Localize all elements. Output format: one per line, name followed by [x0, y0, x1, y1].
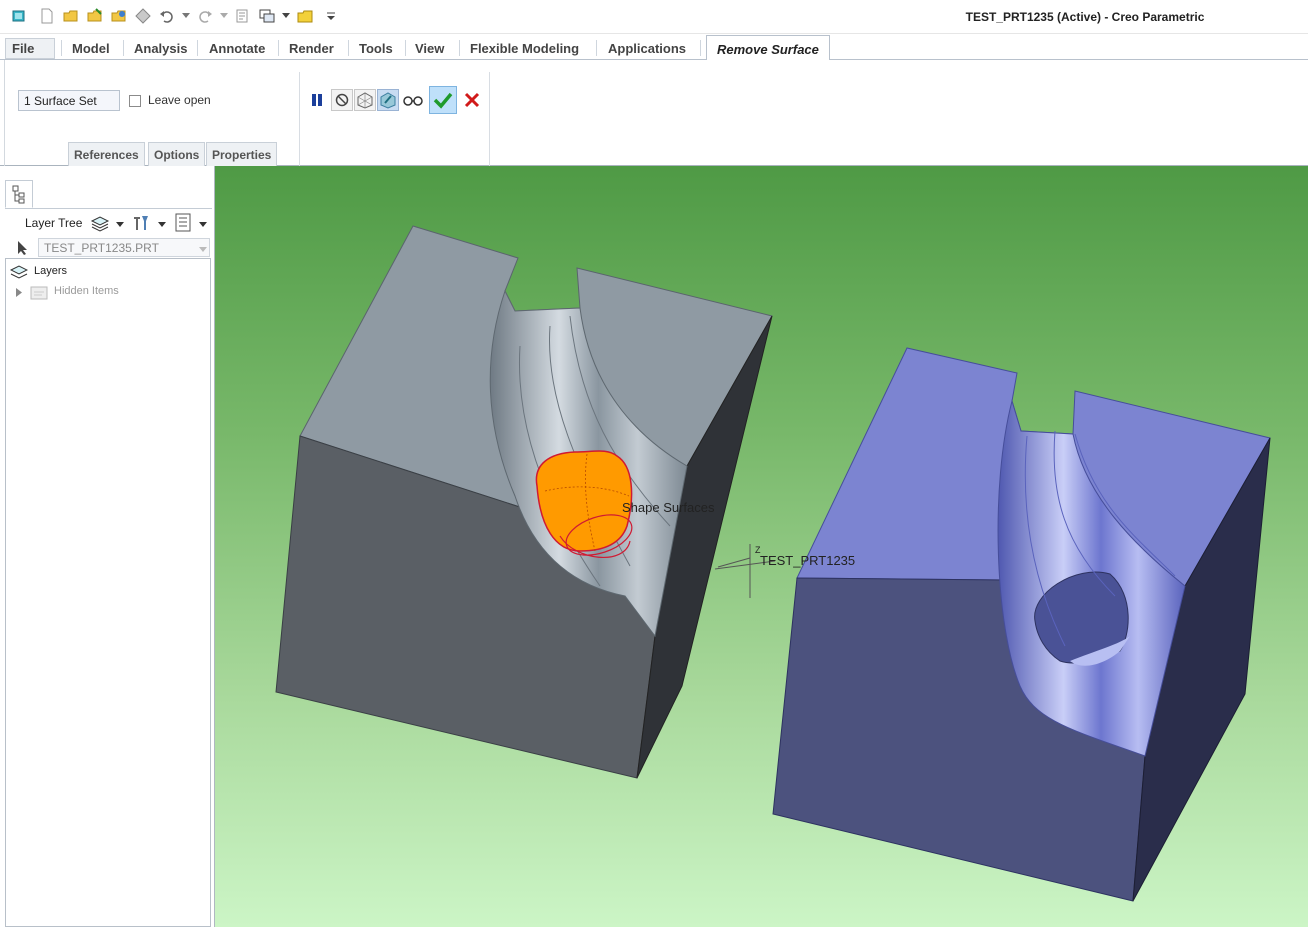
tab-model[interactable]: Model	[64, 39, 118, 60]
model-select-dropdown-icon[interactable]	[199, 245, 207, 253]
verify-icon[interactable]	[377, 89, 399, 111]
tab-file-label: File	[12, 41, 35, 56]
regenerate-model-icon[interactable]	[233, 7, 251, 25]
model-tree-icon	[12, 185, 25, 204]
open-icon[interactable]	[62, 7, 80, 25]
show-list-icon[interactable]	[174, 213, 192, 233]
tab-flexible-modeling[interactable]: Flexible Modeling	[462, 39, 587, 60]
remove-surface-dashboard: 1 Surface Set Leave open References Opti…	[0, 60, 1308, 166]
tree-item-label: Layers	[34, 265, 68, 277]
glasses-icon[interactable]	[402, 89, 424, 111]
save-icon[interactable]	[86, 7, 104, 25]
tab-remove-surface[interactable]: Remove Surface	[706, 35, 830, 61]
tab-options[interactable]: Options	[148, 142, 206, 166]
navigator-panel: Layer Tree TEST_PRT1235.PRT Layers Hidde…	[0, 166, 215, 927]
close-window-icon[interactable]	[296, 7, 314, 25]
customize-icon[interactable]	[322, 7, 340, 25]
windows-icon[interactable]	[258, 7, 276, 25]
settings-dropdown-icon[interactable]	[158, 220, 166, 228]
tree-item-label: Hidden Items	[54, 285, 119, 297]
print-icon[interactable]	[134, 7, 152, 25]
leave-open-label: Leave open	[148, 93, 211, 107]
tab-file[interactable]: File	[5, 38, 55, 67]
undo-icon[interactable]	[158, 7, 176, 25]
windows-dropdown-icon[interactable]	[282, 11, 290, 19]
apply-check-icon[interactable]	[429, 86, 457, 114]
tree-item-hidden-items[interactable]: Hidden Items	[6, 283, 210, 301]
tab-annotate[interactable]: Annotate	[201, 39, 273, 60]
expand-arrow-icon[interactable]	[15, 288, 23, 297]
active-model-select[interactable]: TEST_PRT1235.PRT	[38, 238, 210, 257]
redo-icon[interactable]	[196, 7, 214, 25]
no-preview-icon[interactable]	[331, 89, 353, 111]
surface-set-collector[interactable]: 1 Surface Set	[18, 90, 120, 111]
layers-icon	[10, 265, 28, 279]
cancel-x-icon[interactable]	[461, 89, 483, 111]
settings-tools-icon[interactable]	[131, 213, 151, 233]
ribbon-tabs: File Model Analysis Annotate Render Tool…	[0, 34, 1308, 67]
new-icon[interactable]	[38, 7, 56, 25]
csys-label: TEST_PRT1235	[760, 553, 856, 568]
layer-tree-label: Layer Tree	[25, 216, 83, 230]
right-block[interactable]	[772, 347, 1271, 902]
regenerate-icon[interactable]	[10, 7, 28, 25]
tree-header: Layer Tree	[5, 208, 212, 238]
preview-geometry-icon[interactable]	[354, 89, 376, 111]
save-as-icon[interactable]	[110, 7, 128, 25]
layer-tree: Layers Hidden Items	[5, 258, 211, 927]
tree-item-layers[interactable]: Layers	[6, 263, 210, 281]
undo-dropdown-icon[interactable]	[182, 11, 190, 19]
tab-view[interactable]: View	[407, 39, 452, 60]
tab-render[interactable]: Render	[281, 39, 342, 60]
show-dropdown-icon[interactable]	[199, 220, 207, 228]
select-arrow-icon[interactable]	[16, 240, 28, 256]
title-bar: TEST_PRT1235 (Active) - Creo Parametric	[0, 0, 1308, 34]
shape-surfaces-tooltip: Shape Surfaces	[622, 500, 715, 515]
tab-applications[interactable]: Applications	[600, 39, 694, 60]
tab-references[interactable]: References	[68, 142, 145, 166]
layers-stack-icon[interactable]	[89, 215, 111, 233]
tab-properties[interactable]: Properties	[206, 142, 278, 166]
redo-dropdown-icon[interactable]	[220, 11, 228, 19]
graphics-window[interactable]: Shape Surfaces Z TEST_PRT1235	[215, 166, 1308, 927]
window-title: TEST_PRT1235 (Active) - Creo Parametric	[965, 10, 1205, 24]
tab-analysis[interactable]: Analysis	[126, 39, 195, 60]
model-view[interactable]	[215, 166, 1308, 927]
tab-tools[interactable]: Tools	[351, 39, 401, 60]
leave-open-checkbox[interactable]	[129, 95, 141, 107]
hidden-layer-icon	[30, 286, 48, 300]
layers-dropdown-icon[interactable]	[116, 220, 124, 228]
model-tree-tab[interactable]	[5, 180, 33, 208]
pause-icon[interactable]	[306, 89, 328, 111]
